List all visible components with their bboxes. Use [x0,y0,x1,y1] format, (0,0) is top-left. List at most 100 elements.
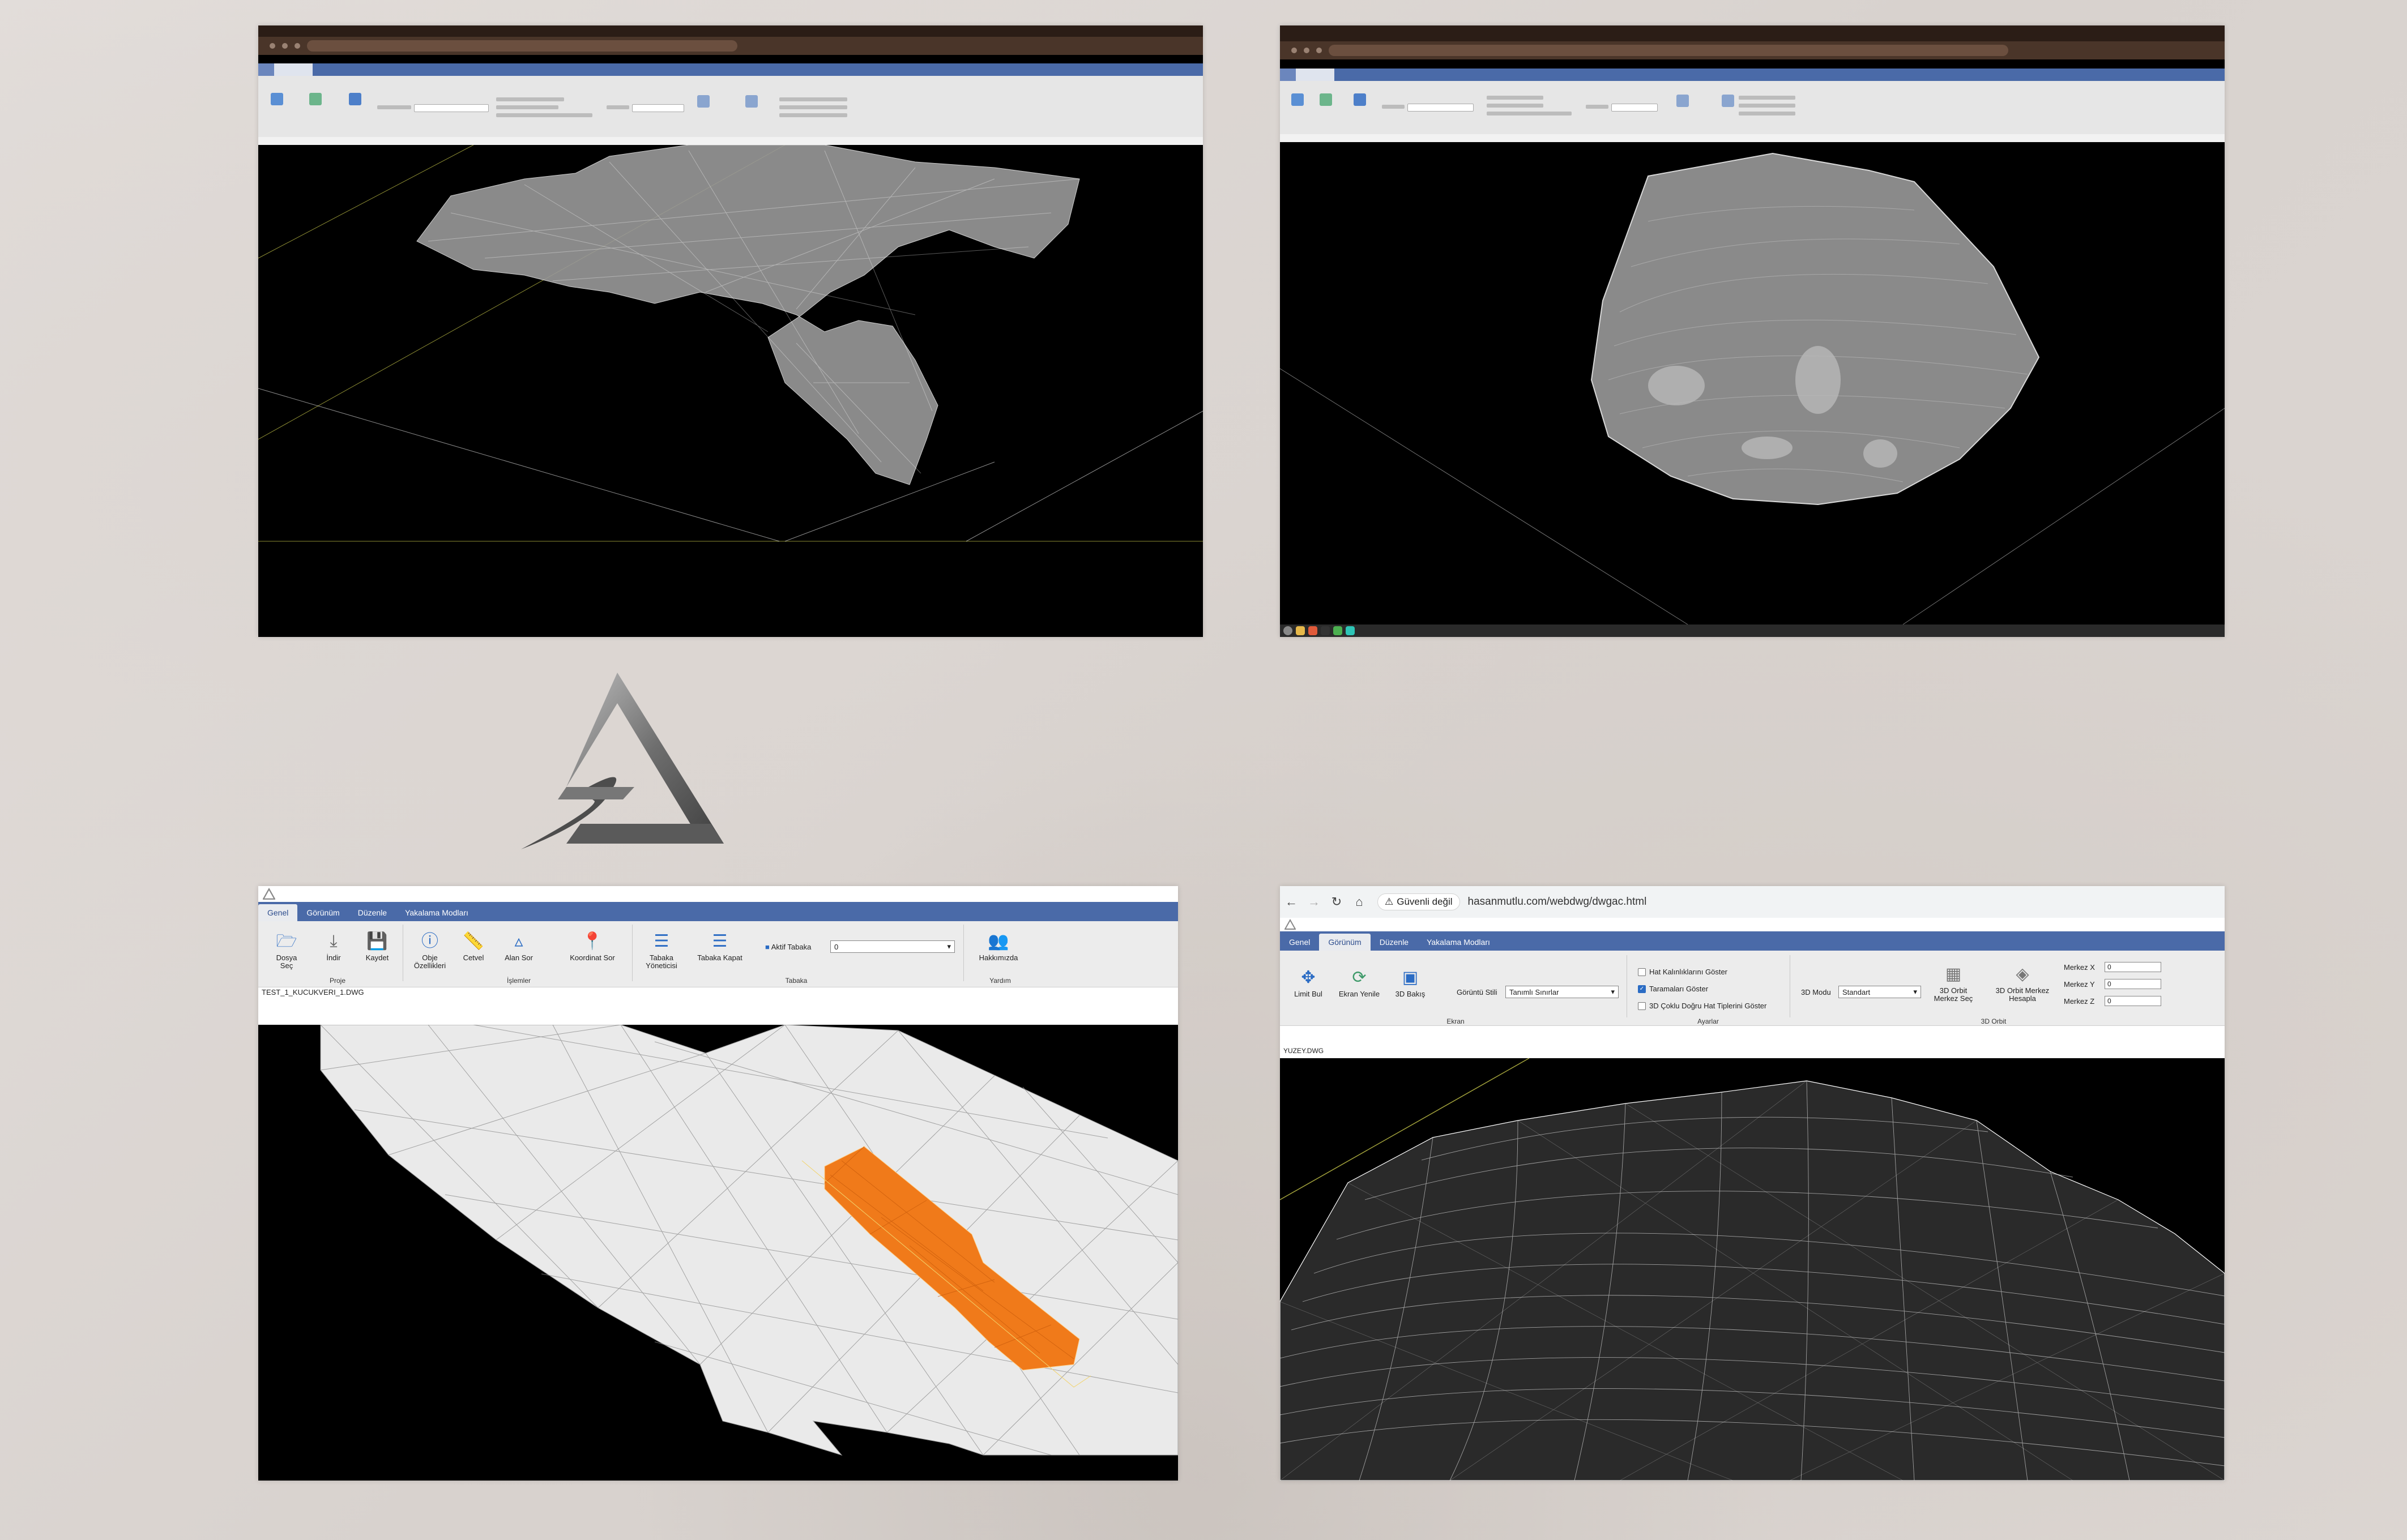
ekran-yenile-icon[interactable] [309,93,322,105]
browser-address-bar[interactable] [258,37,1203,55]
cetvel-button[interactable]: 📏 Cetvel [456,931,490,962]
tab-genel[interactable] [1280,69,1296,81]
3d-bakis-icon[interactable] [1354,93,1366,106]
tab-duzenle[interactable]: Düzenle [1371,934,1418,951]
alan-sor-button[interactable]: ▵ Alan Sor [499,931,539,962]
dosya-sec-button[interactable]: 🗁 Dosya Seç [270,931,304,970]
orbit-select-icon: ▦ [1945,965,1962,983]
group-tabaka: Tabaka [785,977,808,985]
obje-ozellikleri-button[interactable]: ⓘ Obje Özellikleri [410,931,450,970]
3d-modu-select[interactable]: Standart ▾ [1838,986,1921,998]
ribbon-tab-bar [1280,69,2225,81]
move-arrows-icon: ✥ [1301,968,1316,987]
reload-icon[interactable]: ↻ [1325,895,1348,909]
hat-kalinliklari-checkbox[interactable]: Hat Kalınlıklarını Göster [1638,968,1727,976]
back-icon[interactable]: ← [1280,895,1303,909]
tabaka-kapat-button[interactable]: ☰ Tabaka Kapat [694,931,745,962]
app-logo-strip [258,886,1178,902]
tabaka-yoneticisi-button[interactable]: ☰ Tabaka Yöneticisi [639,931,684,970]
limit-bul-icon[interactable] [271,93,283,105]
tab-gorunum[interactable] [1296,69,1334,81]
layers-off-icon: ☰ [712,932,728,951]
group-proje: Proje [329,977,345,985]
3d-orbit-merkez-sec-button[interactable]: ▦ 3D Orbit Merkez Seç [1929,964,1978,1003]
ribbon-tab-bar [258,63,1203,76]
koordinat-sor-button[interactable]: 📍 Koordinat Sor [564,931,621,962]
address-field[interactable] [307,40,737,52]
file-strip [258,137,1203,145]
tab-duzenle[interactable]: Düzenle [349,904,396,921]
screenshot-bottom-left: Genel Görünüm Düzenle Yakalama Modları 🗁… [258,886,1178,1481]
ribbon-tab-bar: Genel Görünüm Düzenle Yakalama Modları [258,902,1178,921]
ribbon-toolbar: 🗁 Dosya Seç ⤓ İndir 💾 Kaydet ⓘ Obje Özel… [258,921,1178,987]
files-icon[interactable] [1296,626,1305,635]
browser-tab-strip [258,25,1203,37]
3d-orbit-merkez-hesapla-button[interactable]: ◈ 3D Orbit Merkez Hesapla [1991,964,2054,1003]
3d-coklu-dogru-checkbox[interactable]: 3D Çoklu Doğru Hat Tiplerini Göster [1638,1002,1766,1010]
people-icon: 👥 [988,932,1009,951]
url-field[interactable]: hasanmutlu.com/webdwg/dwgac.html [1468,896,1647,908]
indir-button[interactable]: ⤓ İndir [319,931,348,962]
app-icon[interactable] [1333,626,1342,635]
tab-gorunum[interactable] [274,63,313,76]
3d-viewport[interactable] [258,145,1203,637]
tab-gorunum[interactable]: Görünüm [297,904,348,921]
browser-chrome [258,25,1203,55]
kaydet-button[interactable]: 💾 Kaydet [360,931,394,962]
checkmark-icon: ✓ [1638,985,1646,993]
screenshot-bottom-right: ← → ↻ ⌂ ⚠ Güvenli değil hasanmutlu.com/w… [1280,886,2225,1481]
start-icon[interactable] [1283,626,1292,635]
taramalari-goster-checkbox[interactable]: ✓ Taramaları Göster [1638,985,1708,993]
tab-yakalama[interactable]: Yakalama Modları [396,904,477,921]
terminal-icon[interactable] [1321,626,1330,635]
ekran-yenile-icon[interactable] [1320,93,1332,106]
app2-icon[interactable] [1346,626,1355,635]
orbit-sec-icon[interactable] [1676,95,1689,107]
aktif-tabaka-select[interactable]: 0 ▾ [830,940,955,953]
orbit-hesapla-icon[interactable] [1722,95,1734,107]
limit-bul-button[interactable]: ✥ Limit Bul [1291,968,1325,998]
merkez-x-label: Merkez X [2064,963,2095,972]
chevron-down-icon: ▾ [1611,987,1615,996]
merkez-y-input[interactable]: 0 [2105,979,2161,989]
goruntu-stili-label: Görüntü Stili [1457,988,1497,996]
chevron-down-icon: ▾ [1913,987,1917,996]
orbit-hesapla-icon[interactable] [745,95,758,108]
group-ayarlar: Ayarlar [1697,1017,1719,1025]
merkez-x-input[interactable]: 0 [2105,962,2161,972]
browser-address-bar[interactable] [1280,41,2225,59]
address-field[interactable] [1329,45,2008,56]
3d-modu-label: 3D Modu [1801,988,1831,996]
merkez-y-label: Merkez Y [2064,980,2095,989]
cube-icon: ▣ [1402,968,1419,987]
forward-icon[interactable]: → [1303,895,1325,909]
security-warning[interactable]: ⚠ Güvenli değil [1377,893,1460,910]
3d-viewport[interactable] [1280,142,2225,624]
3d-bakis-icon[interactable] [349,93,361,105]
goruntu-stili-select[interactable]: Tanımlı Sınırlar ▾ [1505,986,1619,998]
merkez-z-input[interactable]: 0 [2105,996,2161,1006]
3d-viewport[interactable] [258,1025,1178,1481]
tab-genel[interactable]: Genel [1280,934,1319,951]
map-pin-icon: 📍 [582,932,603,951]
hakkimizda-button[interactable]: 👥 Hakkımızda [973,931,1024,962]
layer-icon: ■ [765,943,770,951]
3d-bakis-button[interactable]: ▣ 3D Bakış [1393,968,1427,998]
ekran-yenile-button[interactable]: ⟳ Ekran Yenile [1337,968,1382,998]
ruler-icon: 📏 [463,932,484,951]
browser-icon[interactable] [1308,626,1317,635]
refresh-screen-icon: ⟳ [1352,968,1367,987]
download-icon: ⤓ [330,932,338,951]
merkez-z-label: Merkez Z [2064,997,2095,1006]
limit-bul-icon[interactable] [1291,93,1304,106]
3d-viewport[interactable] [1280,1058,2225,1481]
tab-genel[interactable] [258,63,274,76]
tab-genel[interactable]: Genel [258,904,298,921]
tab-gorunum[interactable]: Görünüm [1319,934,1371,951]
orbit-sec-icon[interactable] [697,95,710,108]
home-icon[interactable]: ⌂ [1348,895,1371,909]
browser-address-bar: ← → ↻ ⌂ ⚠ Güvenli değil hasanmutlu.com/w… [1280,886,2225,918]
tab-yakalama[interactable]: Yakalama Modları [1418,934,1499,951]
folder-open-icon: 🗁 [276,932,297,951]
warning-icon: ⚠ [1385,896,1394,907]
